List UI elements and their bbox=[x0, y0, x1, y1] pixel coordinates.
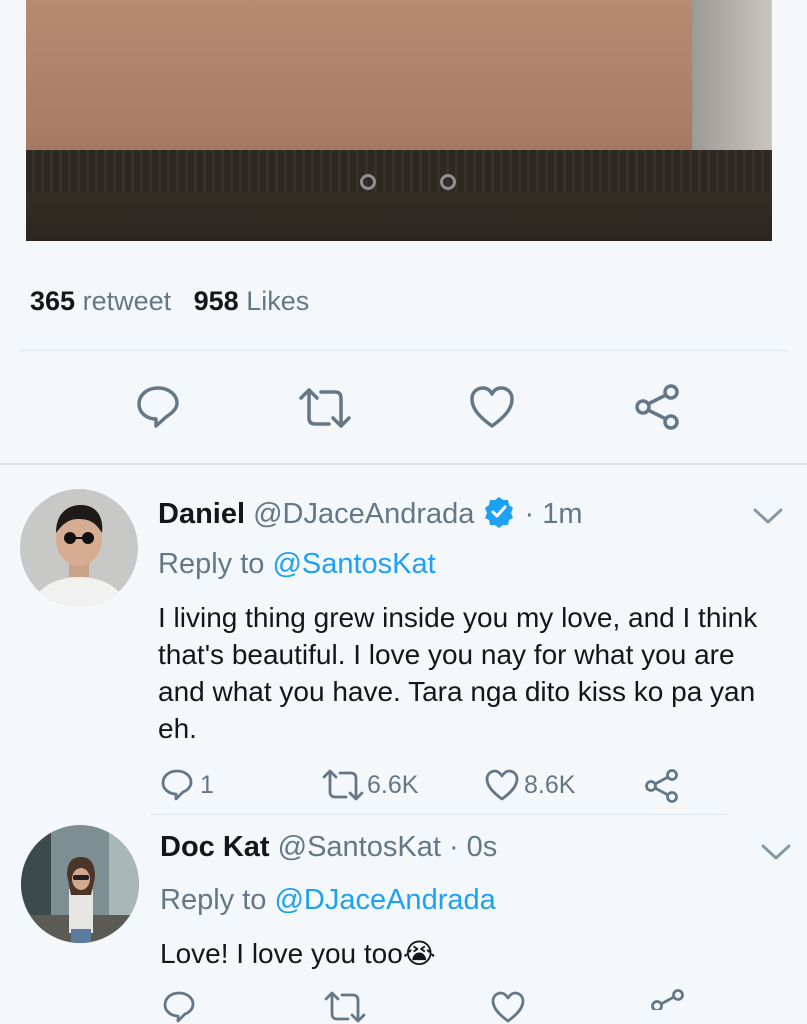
retweet-count[interactable]: 365 bbox=[30, 286, 75, 316]
timestamp: · 1m bbox=[524, 498, 583, 530]
display-name[interactable]: Daniel bbox=[158, 498, 245, 530]
display-name[interactable]: Doc Kat bbox=[160, 831, 270, 863]
tweet-stats: 365 retweet 958 Likes bbox=[30, 286, 309, 317]
avatar[interactable] bbox=[21, 825, 139, 943]
like-count[interactable]: 958 bbox=[194, 286, 239, 316]
heart-icon[interactable] bbox=[468, 384, 516, 430]
retweet-label[interactable]: retweet bbox=[83, 286, 172, 316]
chevron-down-icon[interactable] bbox=[760, 842, 792, 862]
avatar-doc-kat bbox=[21, 825, 139, 943]
like-action[interactable]: 8.6K bbox=[484, 768, 575, 802]
crying-face-emoji: 😭 bbox=[402, 937, 436, 970]
share-icon[interactable] bbox=[643, 768, 681, 804]
photo-band bbox=[26, 150, 772, 192]
reply-icon[interactable] bbox=[135, 384, 181, 430]
avatar-daniel bbox=[20, 489, 138, 607]
reply-to-mention[interactable]: @SantosKat bbox=[272, 548, 435, 580]
share-icon[interactable] bbox=[649, 988, 687, 1010]
reply-count: 1 bbox=[200, 770, 214, 799]
retweet-action[interactable]: 6.6K bbox=[321, 769, 418, 801]
reply-action[interactable]: 1 bbox=[160, 768, 214, 802]
username[interactable]: @DJaceAndrada bbox=[253, 498, 474, 530]
tweet-media-photo[interactable] bbox=[26, 0, 772, 241]
retweet-icon[interactable] bbox=[297, 388, 353, 428]
timestamp: · 0s bbox=[448, 831, 498, 863]
username[interactable]: @SantosKat bbox=[278, 831, 441, 863]
photo-eyelet-left bbox=[360, 174, 376, 190]
reply-text: Love! I love you too bbox=[160, 938, 403, 969]
heart-icon[interactable] bbox=[490, 990, 526, 1024]
like-count: 8.6K bbox=[524, 770, 576, 799]
share-icon[interactable] bbox=[633, 383, 683, 431]
stats-divider bbox=[20, 350, 787, 351]
reply-header: Doc Kat @SantosKat · 0s bbox=[160, 831, 497, 864]
reply-icon[interactable] bbox=[162, 990, 196, 1024]
heart-icon[interactable] bbox=[484, 768, 520, 802]
reply-text-container: Love! I love you too😭 bbox=[160, 935, 780, 972]
reply-text: I living thing grew inside you my love, … bbox=[158, 602, 758, 744]
reply-to-mention[interactable]: @DJaceAndrada bbox=[274, 884, 495, 916]
reply-icon[interactable] bbox=[160, 768, 194, 802]
reply-to-label: Reply to bbox=[158, 548, 265, 580]
like-label[interactable]: Likes bbox=[246, 286, 309, 316]
photo-eyelet-right bbox=[440, 174, 456, 190]
retweet-count: 6.6K bbox=[367, 770, 419, 799]
verified-badge-icon bbox=[485, 497, 514, 528]
retweet-icon[interactable] bbox=[321, 769, 365, 801]
section-divider bbox=[0, 463, 807, 465]
reply-to-label: Reply to bbox=[160, 884, 267, 916]
reply-to-line: Reply to @SantosKat bbox=[158, 548, 436, 581]
retweet-icon[interactable] bbox=[323, 991, 367, 1023]
reply-header: Daniel @DJaceAndrada · 1m bbox=[158, 495, 583, 531]
reply-divider bbox=[150, 814, 727, 815]
chevron-down-icon[interactable] bbox=[752, 506, 784, 526]
avatar[interactable] bbox=[20, 489, 138, 607]
reply-to-line: Reply to @DJaceAndrada bbox=[160, 884, 496, 917]
